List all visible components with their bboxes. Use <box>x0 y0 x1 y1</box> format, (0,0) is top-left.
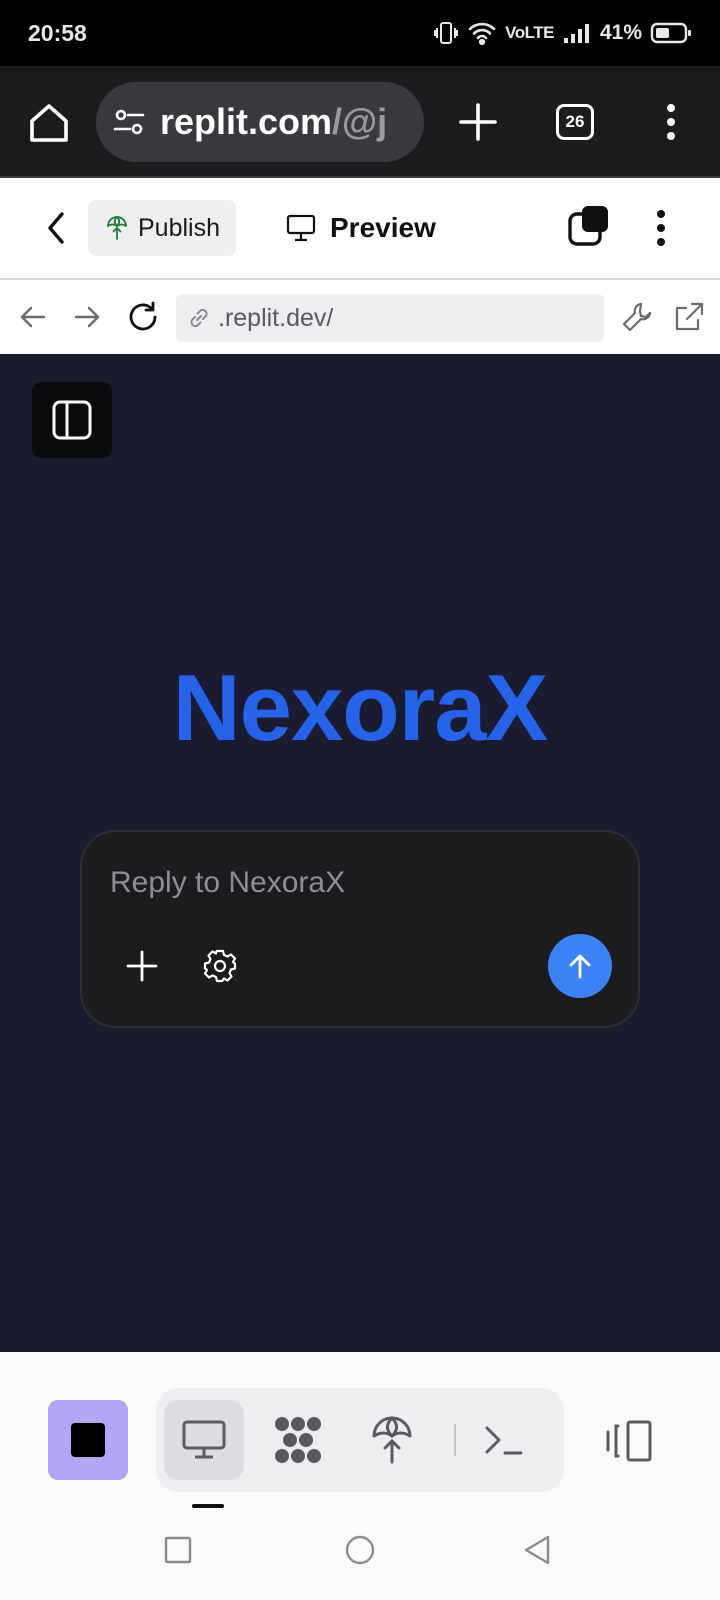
monitor-icon <box>182 1420 226 1459</box>
tool-switcher <box>156 1388 564 1492</box>
status-time: 20:58 <box>28 20 87 46</box>
battery-icon <box>650 22 691 44</box>
publish-icon <box>372 1416 412 1464</box>
more-menu-icon[interactable] <box>646 208 676 248</box>
tab-switcher-button[interactable]: 26 <box>556 104 594 140</box>
status-icons: VoLTE 41% <box>433 18 692 48</box>
publish-icon <box>107 216 127 240</box>
chat-input[interactable] <box>110 858 590 908</box>
tool-shell[interactable] <box>464 1400 544 1480</box>
signal-icon <box>563 24 589 43</box>
webview-url-field[interactable]: .replit.dev/ <box>176 294 604 342</box>
app-viewport: NexoraX <box>0 354 720 1352</box>
layers-icon[interactable] <box>566 204 612 250</box>
tool-agent[interactable] <box>258 1400 338 1480</box>
url-path: /@j <box>332 101 388 142</box>
preview-label: Preview <box>330 212 436 243</box>
webview-navbar: .replit.dev/ <box>0 280 720 354</box>
arrow-back-icon[interactable] <box>16 300 50 334</box>
stop-button[interactable] <box>48 1400 128 1480</box>
gear-icon[interactable] <box>202 948 238 984</box>
volte-label: VoLTE <box>505 23 554 42</box>
arrow-up-icon <box>569 954 591 979</box>
monitor-icon <box>286 214 316 242</box>
chat-composer <box>80 830 640 1028</box>
refresh-icon[interactable] <box>126 300 160 334</box>
home-circle-icon[interactable] <box>342 1532 378 1568</box>
panel-layout-icon[interactable] <box>604 1418 656 1464</box>
arrow-forward-icon[interactable] <box>70 300 104 334</box>
new-tab-icon[interactable] <box>456 100 500 144</box>
stop-icon <box>71 1423 105 1457</box>
wrench-icon[interactable] <box>620 300 654 334</box>
battery-percent: 41% <box>599 21 642 44</box>
link-icon <box>190 308 208 328</box>
browser-menu-icon[interactable] <box>656 102 686 142</box>
add-attachment-icon[interactable] <box>124 948 160 984</box>
send-button[interactable] <box>548 934 612 998</box>
back-triangle-icon[interactable] <box>520 1532 556 1568</box>
sidebar-toggle-button[interactable] <box>32 382 112 458</box>
tool-separator <box>454 1424 456 1456</box>
home-icon[interactable] <box>26 100 72 146</box>
bottom-toolbar <box>0 1352 720 1600</box>
address-text: replit.com/@j <box>160 101 387 143</box>
replit-toolbar: Publish Preview <box>0 178 720 280</box>
publish-label: Publish <box>138 213 220 242</box>
browser-toolbar: replit.com/@j 26 <box>0 66 720 178</box>
app-title: NexoraX <box>172 655 548 760</box>
recents-icon[interactable] <box>160 1532 196 1568</box>
wifi-icon <box>468 22 496 46</box>
agent-icon <box>275 1417 321 1463</box>
system-navigation <box>0 1502 720 1600</box>
tab-preview[interactable]: Preview <box>286 202 436 254</box>
webview-url-text: .replit.dev/ <box>218 303 334 332</box>
tool-preview[interactable] <box>164 1400 244 1480</box>
site-settings-icon[interactable] <box>112 105 146 139</box>
sidebar-icon <box>52 400 92 440</box>
open-external-icon[interactable] <box>672 300 706 334</box>
terminal-icon <box>485 1426 523 1455</box>
url-domain: replit.com <box>160 101 333 142</box>
tool-publish[interactable] <box>352 1400 432 1480</box>
vibrate-icon <box>434 22 459 44</box>
address-bar[interactable]: replit.com/@j <box>96 82 424 162</box>
status-bar: 20:58 VoLTE 41% <box>0 0 720 66</box>
publish-button[interactable]: Publish <box>88 200 236 256</box>
back-chevron-icon[interactable] <box>40 208 74 248</box>
